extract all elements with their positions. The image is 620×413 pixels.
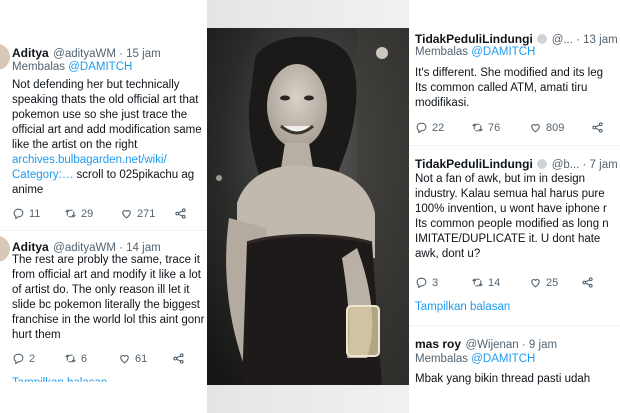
retweet-icon	[472, 278, 483, 287]
category-link[interactable]: Category:…	[12, 169, 73, 181]
reply-context: Membalas @DAMITCH	[12, 61, 132, 73]
like-count: 809	[546, 121, 565, 134]
author-name[interactable]: Aditya	[12, 46, 49, 60]
left-reply-thread: Aditya @adityaWM · 15 jam Membalas @DAMI…	[0, 0, 207, 413]
show-replies-link[interactable]: Tampilkan balasan	[12, 377, 107, 382]
divider	[409, 145, 620, 146]
retweet-button[interactable]: 29	[64, 207, 120, 220]
like-button[interactable]: 61	[118, 352, 172, 365]
heart-icon	[531, 279, 540, 288]
share-icon	[582, 277, 593, 288]
reply-icon	[416, 277, 427, 289]
link-trailing-text: scroll to 025pikachu ag	[73, 169, 195, 181]
like-count: 271	[137, 207, 156, 220]
show-replies-link[interactable]: Tampilkan balasan	[415, 301, 510, 313]
tweet-text: It's different. She modified and its leg…	[415, 67, 604, 109]
retweet-count: 6	[81, 352, 88, 365]
tweet-actions: 3 14 25	[415, 276, 594, 289]
tweet-link-line-2: Category:… scroll to 025pikachu ag	[12, 168, 207, 183]
reply-button[interactable]: 3	[415, 276, 471, 289]
author-handle-time: @... · 13 jam	[551, 34, 618, 46]
divider	[409, 325, 620, 326]
tweet-tail: anime	[12, 184, 44, 196]
heart-icon	[122, 210, 131, 219]
like-count: 25	[546, 276, 559, 289]
retweet-button[interactable]: 6	[64, 352, 118, 365]
reply-count: 2	[29, 352, 36, 365]
retweet-button[interactable]: 76	[471, 121, 529, 134]
tweet-text: The rest are probly the same, trace it f…	[12, 254, 205, 341]
photo-illustration	[207, 28, 409, 385]
reply-prefix: Membalas	[415, 353, 472, 365]
reply-context: Membalas @DAMITCH	[415, 46, 535, 58]
share-icon	[592, 122, 603, 133]
avatar[interactable]	[0, 44, 10, 70]
retweet-icon	[65, 354, 76, 363]
divider	[0, 230, 207, 231]
heart-icon	[120, 355, 129, 364]
right-reply-thread: TidakPeduliLindungi @... · 13 jam Membal…	[409, 0, 620, 413]
mention-link[interactable]: @DAMITCH	[471, 46, 535, 58]
reply-button[interactable]: 11	[12, 207, 64, 220]
reply-count: 3	[432, 276, 439, 289]
mention-link[interactable]: @DAMITCH	[471, 353, 535, 365]
retweet-count: 29	[81, 207, 94, 220]
tweet-actions: 11 29 271	[12, 207, 187, 220]
bulbagarden-link[interactable]: archives.bulbagarden.net/wiki/	[12, 154, 167, 166]
author-name[interactable]: Aditya	[12, 240, 49, 254]
reply-count: 22	[432, 121, 445, 134]
author-name[interactable]: TidakPeduliLindungi	[415, 32, 533, 46]
like-button[interactable]: 271	[120, 207, 174, 220]
verified-placeholder-icon	[537, 33, 548, 44]
reply-count: 11	[29, 207, 41, 220]
reply-icon	[13, 208, 24, 220]
reply-context: Membalas @DAMITCH	[415, 353, 535, 365]
author-handle-time: @Wijenan · 9 jam	[465, 339, 558, 351]
like-button[interactable]: 25	[529, 276, 581, 289]
share-button[interactable]	[172, 352, 185, 365]
author-name[interactable]: mas roy	[415, 337, 461, 351]
share-button[interactable]	[581, 276, 594, 289]
heart-icon	[531, 124, 540, 133]
tweet-link-line: archives.bulbagarden.net/wiki/	[12, 153, 207, 168]
tweet-actions: 22 76 809	[415, 121, 604, 134]
woman-photo	[207, 28, 409, 385]
tweet-text: Mbak yang bikin thread pasti udah	[415, 373, 591, 385]
reply-prefix: Membalas	[415, 46, 472, 58]
tweet-text: Not a fan of awk, but im in design indus…	[415, 173, 609, 260]
share-button[interactable]	[174, 207, 187, 220]
avatar[interactable]	[0, 236, 10, 262]
retweet-icon	[65, 209, 76, 218]
retweet-count: 14	[488, 276, 501, 289]
reply-icon	[13, 353, 24, 365]
share-icon	[173, 353, 184, 364]
like-button[interactable]: 809	[529, 121, 591, 134]
tweet-text: Not defending her but technically speaki…	[12, 79, 202, 151]
share-button[interactable]	[591, 121, 604, 134]
reply-prefix: Membalas	[12, 61, 69, 73]
reply-button[interactable]: 22	[415, 121, 471, 134]
author-handle-time: @b... · 7 jam	[551, 159, 618, 171]
tweet-actions: 2 6 61	[12, 352, 185, 365]
author-handle-time: @adityaWM · 15 jam	[53, 48, 161, 60]
retweet-button[interactable]: 14	[471, 276, 529, 289]
reply-icon	[416, 122, 427, 134]
retweet-count: 76	[488, 121, 501, 134]
reply-button[interactable]: 2	[12, 352, 64, 365]
verified-placeholder-icon	[537, 158, 548, 169]
author-name[interactable]: TidakPeduliLindungi	[415, 157, 533, 171]
like-count: 61	[135, 352, 148, 365]
share-icon	[175, 208, 186, 219]
retweet-icon	[472, 123, 483, 132]
mention-link[interactable]: @DAMITCH	[68, 61, 132, 73]
